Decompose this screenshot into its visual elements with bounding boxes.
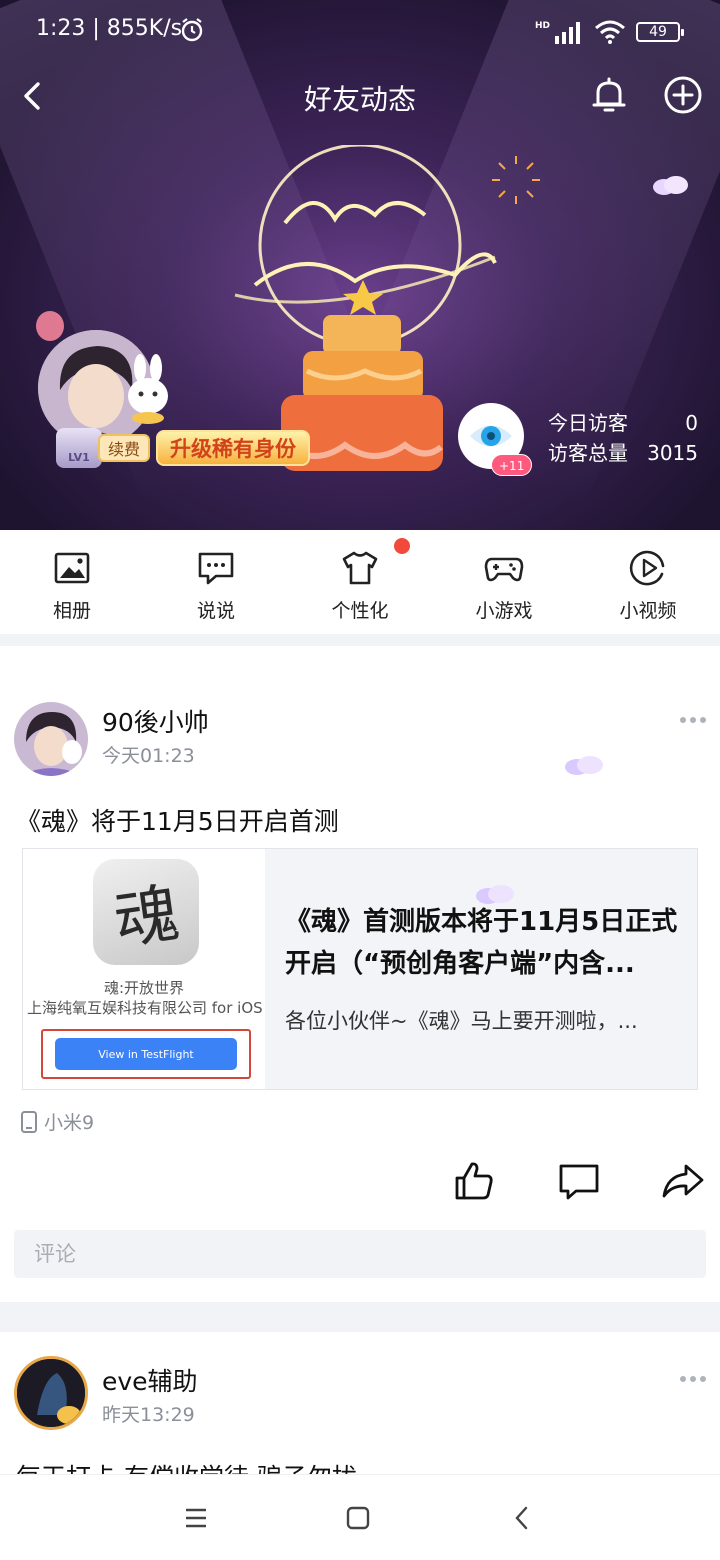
device-info: 小米9	[20, 1108, 94, 1135]
quick-nav: 相册 说说 个性化 小游戏 小视频	[0, 530, 720, 634]
renew-button[interactable]: 续费	[98, 434, 151, 462]
shared-title: 《魂》首测版本将于11月5日正式开启（“预创角客户端”内含...	[285, 907, 678, 979]
comment-icon[interactable]	[556, 1158, 602, 1204]
shared-description: 各位小伙伴~《魂》马上要开测啦，...	[285, 1009, 638, 1033]
chat-bubble-icon	[198, 552, 234, 585]
post-time: 昨天13:29	[102, 1404, 195, 1426]
quick-nav-shortvideo[interactable]: 小视频	[576, 530, 720, 634]
shared-link-card[interactable]: 魂 魂:开放世界 上海纯氧互娱科技有限公司 for iOS View in Te…	[22, 848, 698, 1090]
quick-nav-minigames[interactable]: 小游戏	[432, 530, 576, 634]
alarm-icon	[181, 18, 203, 42]
post-author-avatar[interactable]	[14, 702, 88, 776]
more-options-icon[interactable]	[680, 1376, 710, 1386]
post-text: 《魂》将于11月5日开启首测	[16, 807, 339, 836]
quick-nav-label: 个性化	[331, 600, 389, 622]
quick-nav-shuoshuo[interactable]: 说说	[144, 530, 288, 634]
app-name: 魂:开放世界	[103, 979, 185, 997]
share-icon[interactable]	[660, 1158, 706, 1204]
profile-banner: 1:23 | 855K/s HD 49 好友动态 LV1 续费 升级稀有身份 +…	[0, 0, 720, 530]
post-author-name[interactable]: 90後小帅	[102, 703, 209, 739]
quick-nav-label: 小视频	[619, 600, 677, 622]
highlight-frame: View in TestFlight	[41, 1029, 251, 1079]
post-time: 今天01:23	[102, 745, 195, 767]
phone-icon	[21, 1110, 37, 1133]
post-author-avatar[interactable]	[14, 1356, 88, 1430]
app-icon-glyph: 魂	[109, 876, 184, 960]
visitor-count-badge: +11	[491, 454, 533, 476]
shared-thumbnail: 魂 魂:开放世界 上海纯氧互娱科技有限公司 for iOS View in Te…	[23, 849, 265, 1089]
menu-icon[interactable]	[179, 1501, 213, 1535]
battery-icon: 49	[636, 22, 684, 42]
level-badge: LV1	[56, 428, 102, 468]
app-icon: 魂	[93, 859, 199, 965]
status-time: 1:23 | 855K/s	[36, 16, 183, 41]
visitor-stats: 今日访客 0 访客总量 3015	[548, 408, 698, 468]
quick-nav-label: 小游戏	[475, 600, 533, 622]
app-company: 上海纯氧互娱科技有限公司 for iOS	[27, 999, 263, 1017]
quick-nav-label: 相册	[52, 600, 91, 622]
bell-icon[interactable]	[586, 72, 632, 118]
eye-icon	[470, 425, 512, 447]
play-circle-icon	[629, 550, 665, 586]
page: 1:23 | 855K/s HD 49 好友动态 LV1 续费 升级稀有身份 +…	[0, 0, 720, 1560]
tshirt-icon	[342, 551, 378, 585]
more-options-icon[interactable]	[680, 717, 710, 727]
signal-icon	[555, 22, 580, 44]
rabbit-icon	[128, 354, 168, 424]
back-chevron-icon[interactable]	[505, 1501, 539, 1535]
visitors-total-value: 3015	[647, 441, 698, 465]
cloud-icon	[653, 176, 688, 195]
visitors-today-label: 今日访客	[548, 411, 628, 435]
vip-bar: LV1 续费 升级稀有身份	[56, 426, 311, 470]
top-bar: 好友动态	[0, 64, 720, 128]
avatar-portrait	[14, 702, 88, 776]
cloud-icon	[565, 756, 603, 775]
system-nav-bar	[0, 1474, 720, 1560]
hd-badge: HD	[534, 21, 550, 31]
section-divider	[0, 1302, 720, 1332]
quick-nav-album[interactable]: 相册	[0, 530, 144, 634]
testflight-button: View in TestFlight	[55, 1038, 237, 1070]
status-indicators: HD 49	[534, 18, 684, 46]
wifi-icon	[595, 20, 625, 44]
lantern-icon	[36, 311, 64, 341]
visitors-total-label: 访客总量	[548, 441, 628, 465]
visitors-today-row: 今日访客 0	[548, 408, 698, 438]
quick-nav-label: 说说	[196, 600, 235, 622]
visitors-today-value: 0	[685, 411, 698, 435]
home-square-icon[interactable]	[341, 1501, 375, 1535]
section-divider	[0, 634, 720, 646]
battery-level: 49	[649, 24, 667, 40]
notification-dot	[394, 538, 410, 554]
profile-avatar-area: LV1 续费 升级稀有身份	[26, 310, 326, 480]
avatar-portrait	[17, 1359, 85, 1427]
upgrade-identity-button[interactable]: 升级稀有身份	[156, 430, 311, 466]
post-author-name[interactable]: eve辅助	[102, 1362, 198, 1398]
comment-input[interactable]: 评论	[14, 1230, 706, 1278]
firework-icon	[492, 156, 540, 204]
device-name: 小米9	[44, 1112, 95, 1134]
like-icon[interactable]	[451, 1158, 497, 1204]
album-icon	[54, 552, 90, 584]
add-circle-icon[interactable]	[660, 72, 706, 118]
visitors-total-row: 访客总量 3015	[548, 438, 698, 468]
status-bar: 1:23 | 855K/s HD 49	[0, 0, 720, 64]
quick-nav-personalize[interactable]: 个性化	[288, 530, 432, 634]
gamepad-icon	[484, 557, 524, 582]
